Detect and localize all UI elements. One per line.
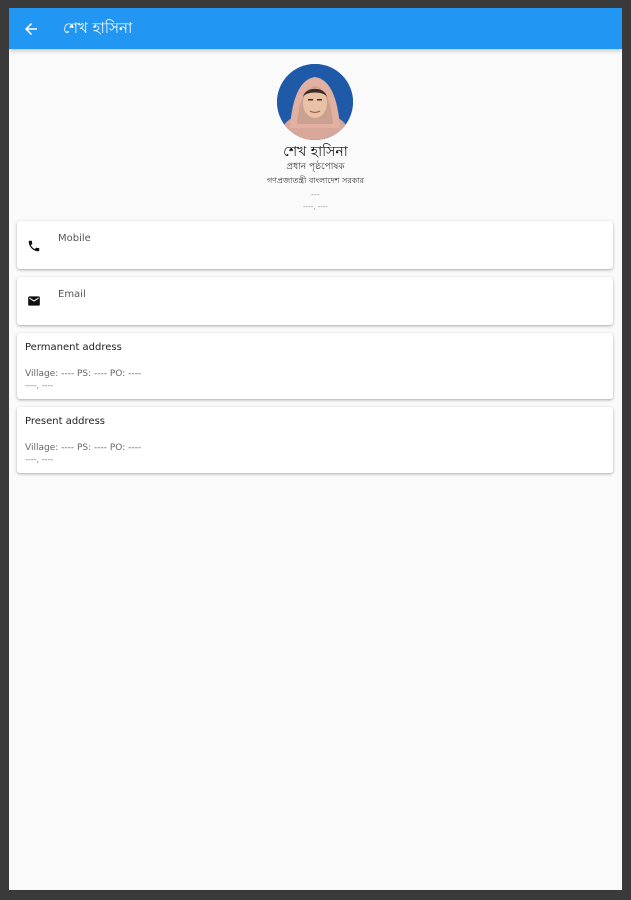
back-button[interactable] <box>19 17 43 41</box>
page-title: শেখ হাসিনা <box>63 19 133 37</box>
profile-extra: ----, ---- <box>303 203 328 211</box>
mail-icon <box>26 293 42 309</box>
phone-icon <box>26 238 42 254</box>
email-card[interactable]: Email <box>17 277 613 325</box>
present-address-line1: Village: ---- PS: ---- PO: ---- <box>25 443 142 453</box>
permanent-address-card: Permanent address Village: ---- PS: ----… <box>17 333 613 399</box>
app-screen: শেখ হাসিনা শেখ হাসিনা প্রধান পৃষ্ঠপোষক গ… <box>9 8 622 890</box>
permanent-address-line2: ----, ---- <box>25 381 54 390</box>
app-bar: শেখ হাসিনা <box>9 8 622 49</box>
avatar-photo <box>277 64 353 140</box>
arrow-back-icon <box>25 23 37 35</box>
permanent-address-title: Permanent address <box>25 342 122 353</box>
avatar <box>277 64 353 140</box>
profile-designation: প্রধান পৃষ্ঠপোষক <box>286 162 345 172</box>
profile-name: শেখ হাসিনা <box>283 144 348 160</box>
email-label: Email <box>58 289 86 300</box>
present-address-title: Present address <box>25 416 105 427</box>
profile-dash: --- <box>311 190 320 199</box>
present-address-line2: ----, ---- <box>25 455 54 464</box>
profile-organization: গণপ্রজাতন্ত্রী বাংলাদেশ সরকার <box>266 176 365 185</box>
profile-header: শেখ হাসিনা প্রধান পৃষ্ঠপোষক গণপ্রজাতন্ত্… <box>9 49 622 221</box>
present-address-card: Present address Village: ---- PS: ---- P… <box>17 407 613 473</box>
mobile-label: Mobile <box>58 233 91 244</box>
mobile-card[interactable]: Mobile <box>17 221 613 269</box>
permanent-address-line1: Village: ---- PS: ---- PO: ---- <box>25 369 142 379</box>
